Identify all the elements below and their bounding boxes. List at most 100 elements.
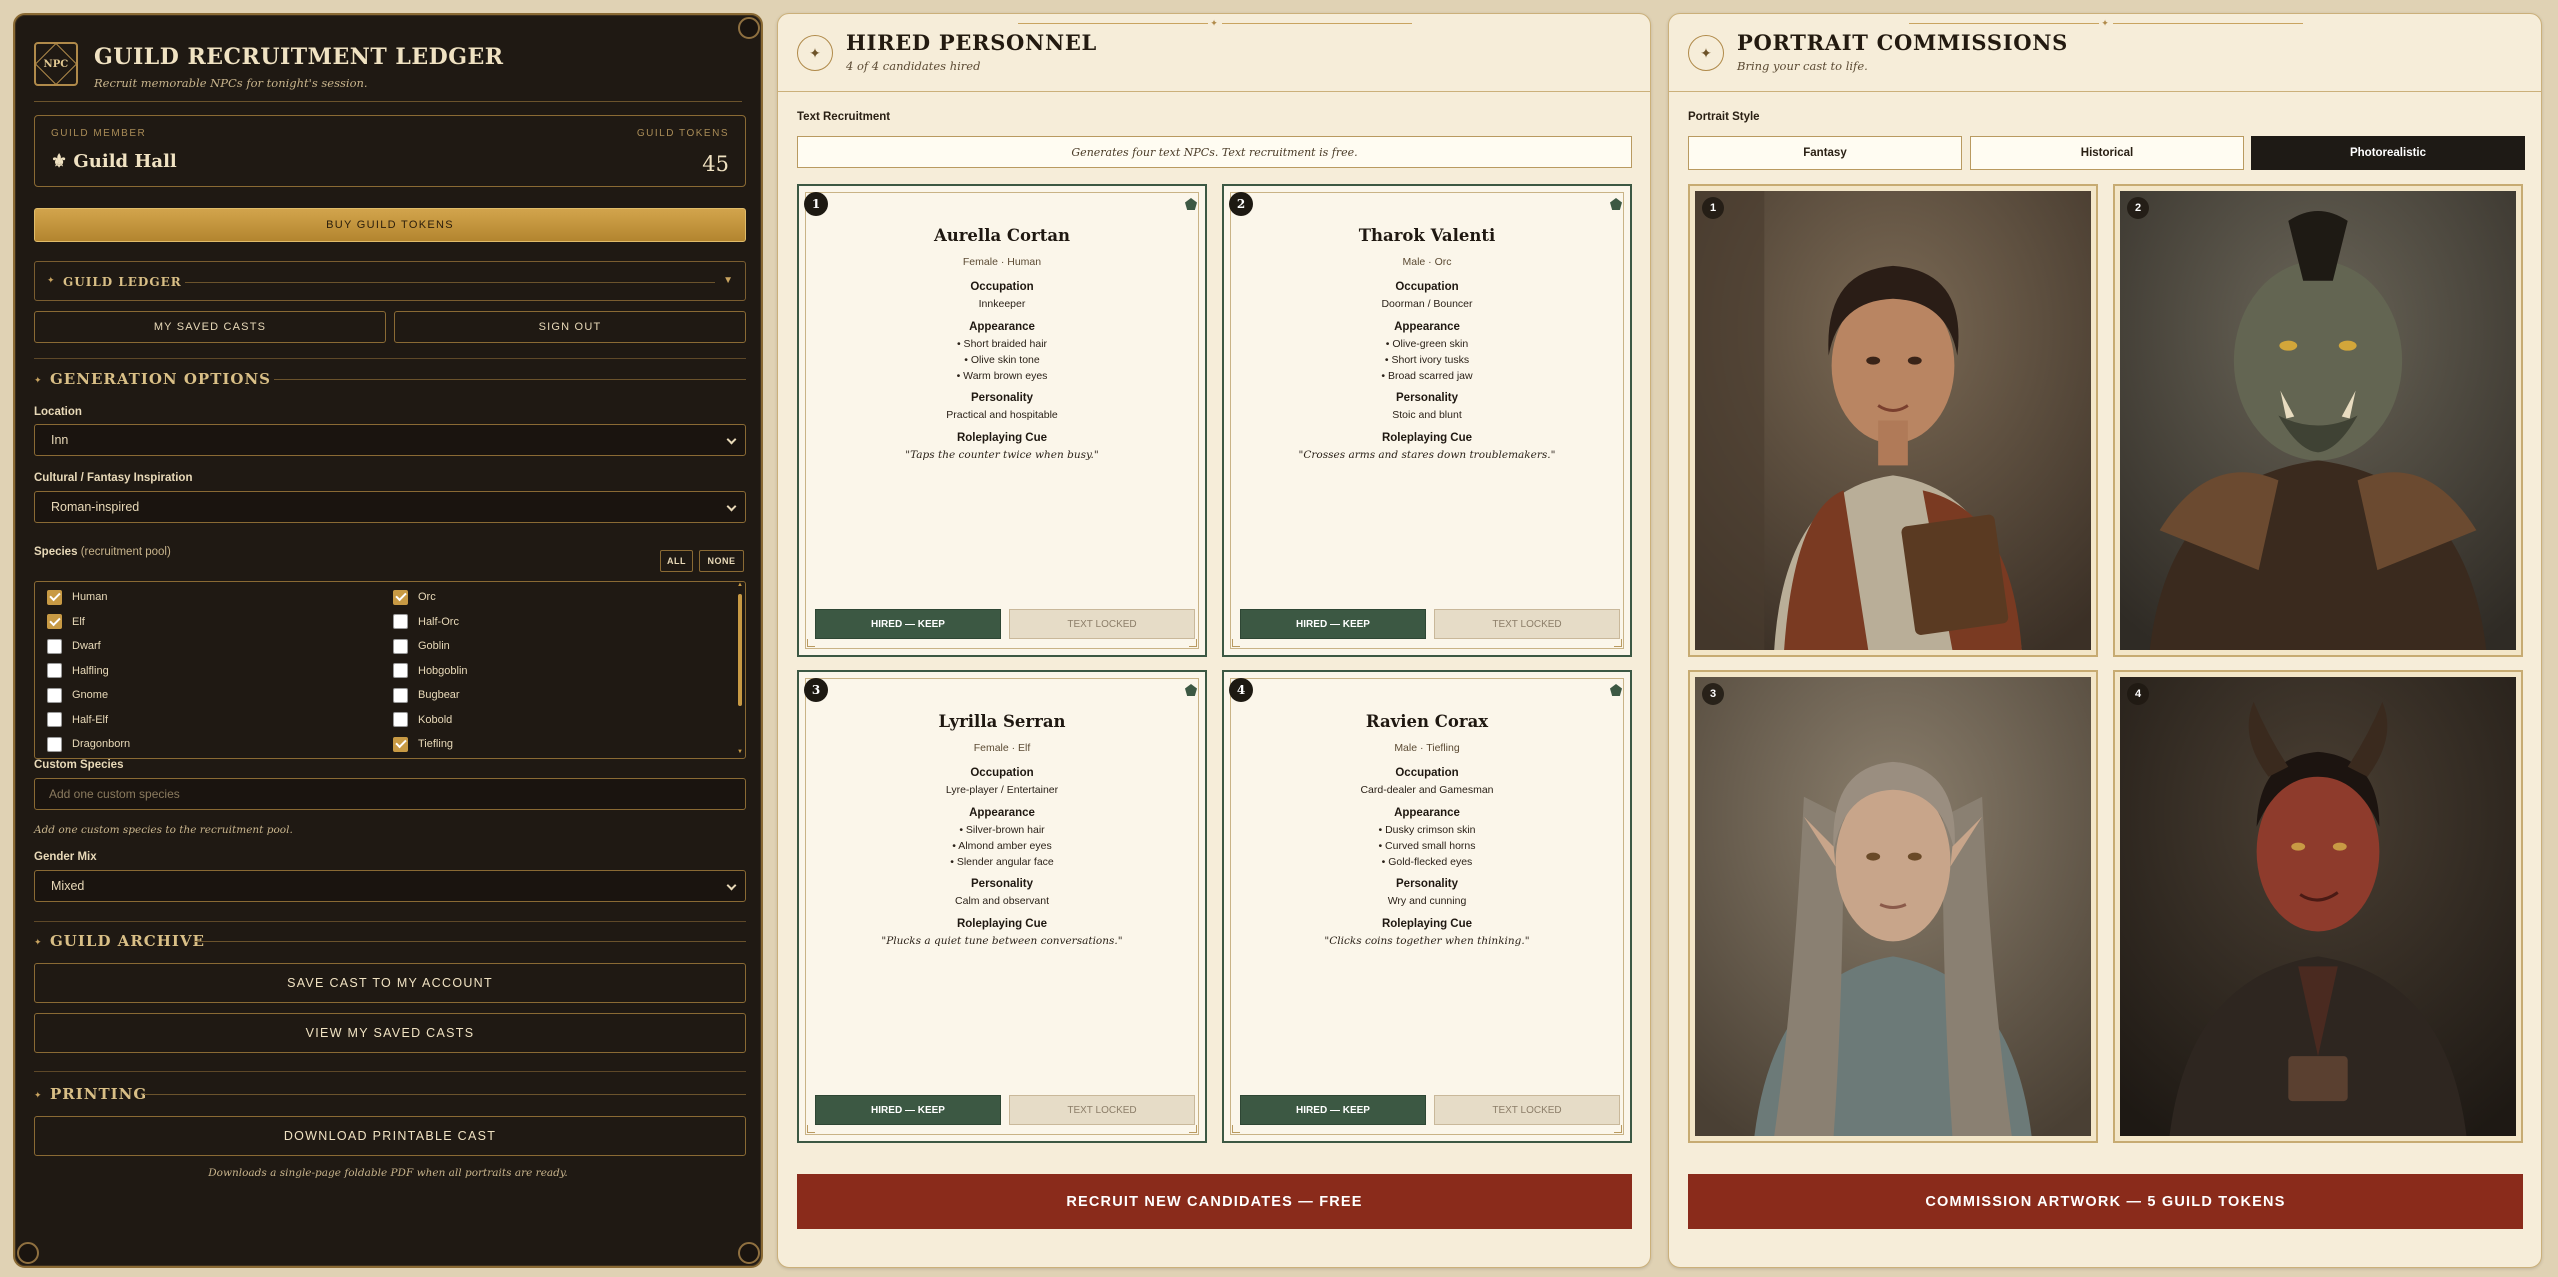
- npc-appearance-trait: • Slender angular face: [950, 856, 1054, 868]
- species-option-orc[interactable]: Orc: [393, 589, 436, 605]
- my-saved-casts-button[interactable]: MY SAVED CASTS: [34, 311, 386, 343]
- culture-select[interactable]: Roman-inspired: [34, 491, 746, 523]
- species-option-label: Elf: [72, 615, 85, 628]
- species-option-goblin[interactable]: Goblin: [393, 638, 450, 654]
- species-option-dragonborn[interactable]: Dragonborn: [47, 736, 130, 752]
- species-checkbox[interactable]: [47, 589, 62, 605]
- scroll-thumb[interactable]: [738, 594, 742, 706]
- compass-icon: ✦: [1688, 35, 1724, 71]
- buy-tokens-button[interactable]: BUY GUILD TOKENS: [34, 208, 746, 242]
- select-all-species-button[interactable]: ALL: [660, 550, 693, 572]
- npc-appearance-trait: • Dusky crimson skin: [1378, 824, 1476, 836]
- npc-card: 4 Ravien Corax Male · Tiefling Occupation Ca…: [1222, 670, 1632, 1143]
- species-checkbox[interactable]: [393, 614, 408, 629]
- npc-gender-species: Male · Orc: [1402, 256, 1452, 268]
- personality-heading: Personality: [971, 878, 1033, 890]
- species-option-half-elf[interactable]: Half-Elf: [47, 712, 108, 728]
- personality-heading: Personality: [971, 392, 1033, 404]
- species-checkbox[interactable]: [47, 638, 62, 654]
- style-fantasy-button[interactable]: Fantasy: [1688, 136, 1962, 170]
- hired-keep-button[interactable]: HIRED — KEEP: [1240, 609, 1426, 639]
- npc-name: Lyrilla Serran: [938, 712, 1066, 731]
- text-locked-button[interactable]: TEXT LOCKED: [1009, 1095, 1195, 1125]
- species-checkbox[interactable]: [393, 663, 408, 678]
- custom-species-label: Custom Species: [34, 759, 124, 771]
- portrait-number: 4: [2127, 683, 2149, 705]
- scroll-down-icon[interactable]: ▼: [737, 749, 743, 755]
- species-checkbox[interactable]: [393, 589, 408, 605]
- species-checkbox[interactable]: [47, 663, 62, 678]
- commission-artwork-button[interactable]: COMMISSION ARTWORK — 5 GUILD TOKENS: [1688, 1174, 2523, 1229]
- npc-roleplaying-cue: "Taps the counter twice when busy.": [905, 449, 1099, 461]
- species-checkbox[interactable]: [47, 687, 62, 703]
- corner-ornament: [807, 1125, 815, 1133]
- diamond-icon: ✦: [34, 1090, 42, 1100]
- divider: [34, 358, 746, 359]
- hired-keep-button[interactable]: HIRED — KEEP: [1240, 1095, 1426, 1125]
- species-option-human[interactable]: Human: [47, 589, 107, 605]
- style-photorealistic-button[interactable]: Photorealistic: [2251, 136, 2525, 170]
- diamond-icon: ✦: [47, 275, 55, 285]
- personality-heading: Personality: [1396, 878, 1458, 890]
- species-scrollbar[interactable]: ▲ ▼: [737, 582, 743, 755]
- species-option-label: Halfling: [72, 664, 109, 677]
- species-option-label: Kobold: [418, 713, 453, 726]
- occupation-heading: Occupation: [970, 281, 1034, 293]
- style-historical-button[interactable]: Historical: [1970, 136, 2244, 170]
- app-title: GUILD RECRUITMENT LEDGER: [94, 44, 504, 70]
- npc-appearance-trait: • Warm brown eyes: [956, 370, 1048, 382]
- save-cast-button[interactable]: SAVE CAST TO MY ACCOUNT: [34, 963, 746, 1003]
- npc-logo: NPC: [34, 42, 78, 86]
- divider: [34, 1071, 746, 1072]
- gender-mix-select[interactable]: Mixed: [34, 870, 746, 902]
- npc-number: 1: [804, 192, 828, 216]
- species-option-label: Tiefling: [418, 738, 454, 750]
- species-checkbox[interactable]: [47, 736, 62, 752]
- species-checkbox[interactable]: [47, 712, 62, 727]
- text-locked-button[interactable]: TEXT LOCKED: [1434, 609, 1620, 639]
- text-locked-button[interactable]: TEXT LOCKED: [1009, 609, 1195, 639]
- species-option-dwarf[interactable]: Dwarf: [47, 638, 101, 654]
- species-option-half-orc[interactable]: Half-Orc: [393, 614, 459, 630]
- corner-ornament: [1232, 639, 1240, 647]
- species-option-tiefling[interactable]: Tiefling: [393, 736, 453, 752]
- portrait-card[interactable]: 3: [1688, 670, 2098, 1143]
- species-checkbox[interactable]: [393, 712, 408, 727]
- guild-ledger-toggle[interactable]: ✦ GUILD LEDGER ▼: [34, 261, 746, 301]
- view-saved-casts-button[interactable]: VIEW MY SAVED CASTS: [34, 1013, 746, 1053]
- sign-out-button[interactable]: SIGN OUT: [394, 311, 746, 343]
- location-select[interactable]: Inn: [34, 424, 746, 456]
- species-checkbox[interactable]: [393, 638, 408, 654]
- species-checkbox[interactable]: [393, 736, 408, 752]
- scroll-up-icon[interactable]: ▲: [737, 582, 743, 588]
- npc-appearance-trait: • Olive skin tone: [964, 354, 1040, 366]
- portrait-card[interactable]: 4: [2113, 670, 2523, 1143]
- species-option-label: Half-Orc: [418, 615, 459, 628]
- species-option-hobgoblin[interactable]: Hobgoblin: [393, 663, 468, 679]
- roleplaying-cue-heading: Roleplaying Cue: [956, 432, 1048, 444]
- portrait-card[interactable]: 2: [2113, 184, 2523, 657]
- custom-species-input[interactable]: Add one custom species: [34, 778, 746, 810]
- download-printable-cast-button[interactable]: DOWNLOAD PRINTABLE CAST: [34, 1116, 746, 1156]
- npc-occupation: Doorman / Bouncer: [1381, 298, 1473, 310]
- species-option-bugbear[interactable]: Bugbear: [393, 687, 460, 703]
- hired-keep-button[interactable]: HIRED — KEEP: [815, 609, 1001, 639]
- triangle-down-icon: ▼: [723, 275, 733, 286]
- npc-occupation: Lyre-player / Entertainer: [945, 784, 1059, 796]
- species-checkbox[interactable]: [393, 687, 408, 703]
- select-no-species-button[interactable]: NONE: [699, 550, 744, 572]
- recruit-new-candidates-button[interactable]: RECRUIT NEW CANDIDATES — FREE: [797, 1174, 1632, 1229]
- species-checkbox[interactable]: [47, 614, 62, 629]
- printing-heading: ✦ PRINTING: [34, 1085, 746, 1105]
- occupation-heading: Occupation: [1395, 281, 1459, 293]
- hired-keep-button[interactable]: HIRED — KEEP: [815, 1095, 1001, 1125]
- npc-roleplaying-cue: "Plucks a quiet tune between conversatio…: [881, 935, 1123, 947]
- portrait-panel-header: ✦ ✦ PORTRAIT COMMISSIONS Bring your cast…: [1669, 14, 2541, 92]
- species-option-kobold[interactable]: Kobold: [393, 712, 452, 728]
- species-option-halfling[interactable]: Halfling: [47, 663, 109, 679]
- species-option-elf[interactable]: Elf: [47, 614, 85, 630]
- npc-appearance-trait: • Short braided hair: [956, 338, 1048, 350]
- species-option-gnome[interactable]: Gnome: [47, 687, 108, 703]
- text-locked-button[interactable]: TEXT LOCKED: [1434, 1095, 1620, 1125]
- portrait-card[interactable]: 1: [1688, 184, 2098, 657]
